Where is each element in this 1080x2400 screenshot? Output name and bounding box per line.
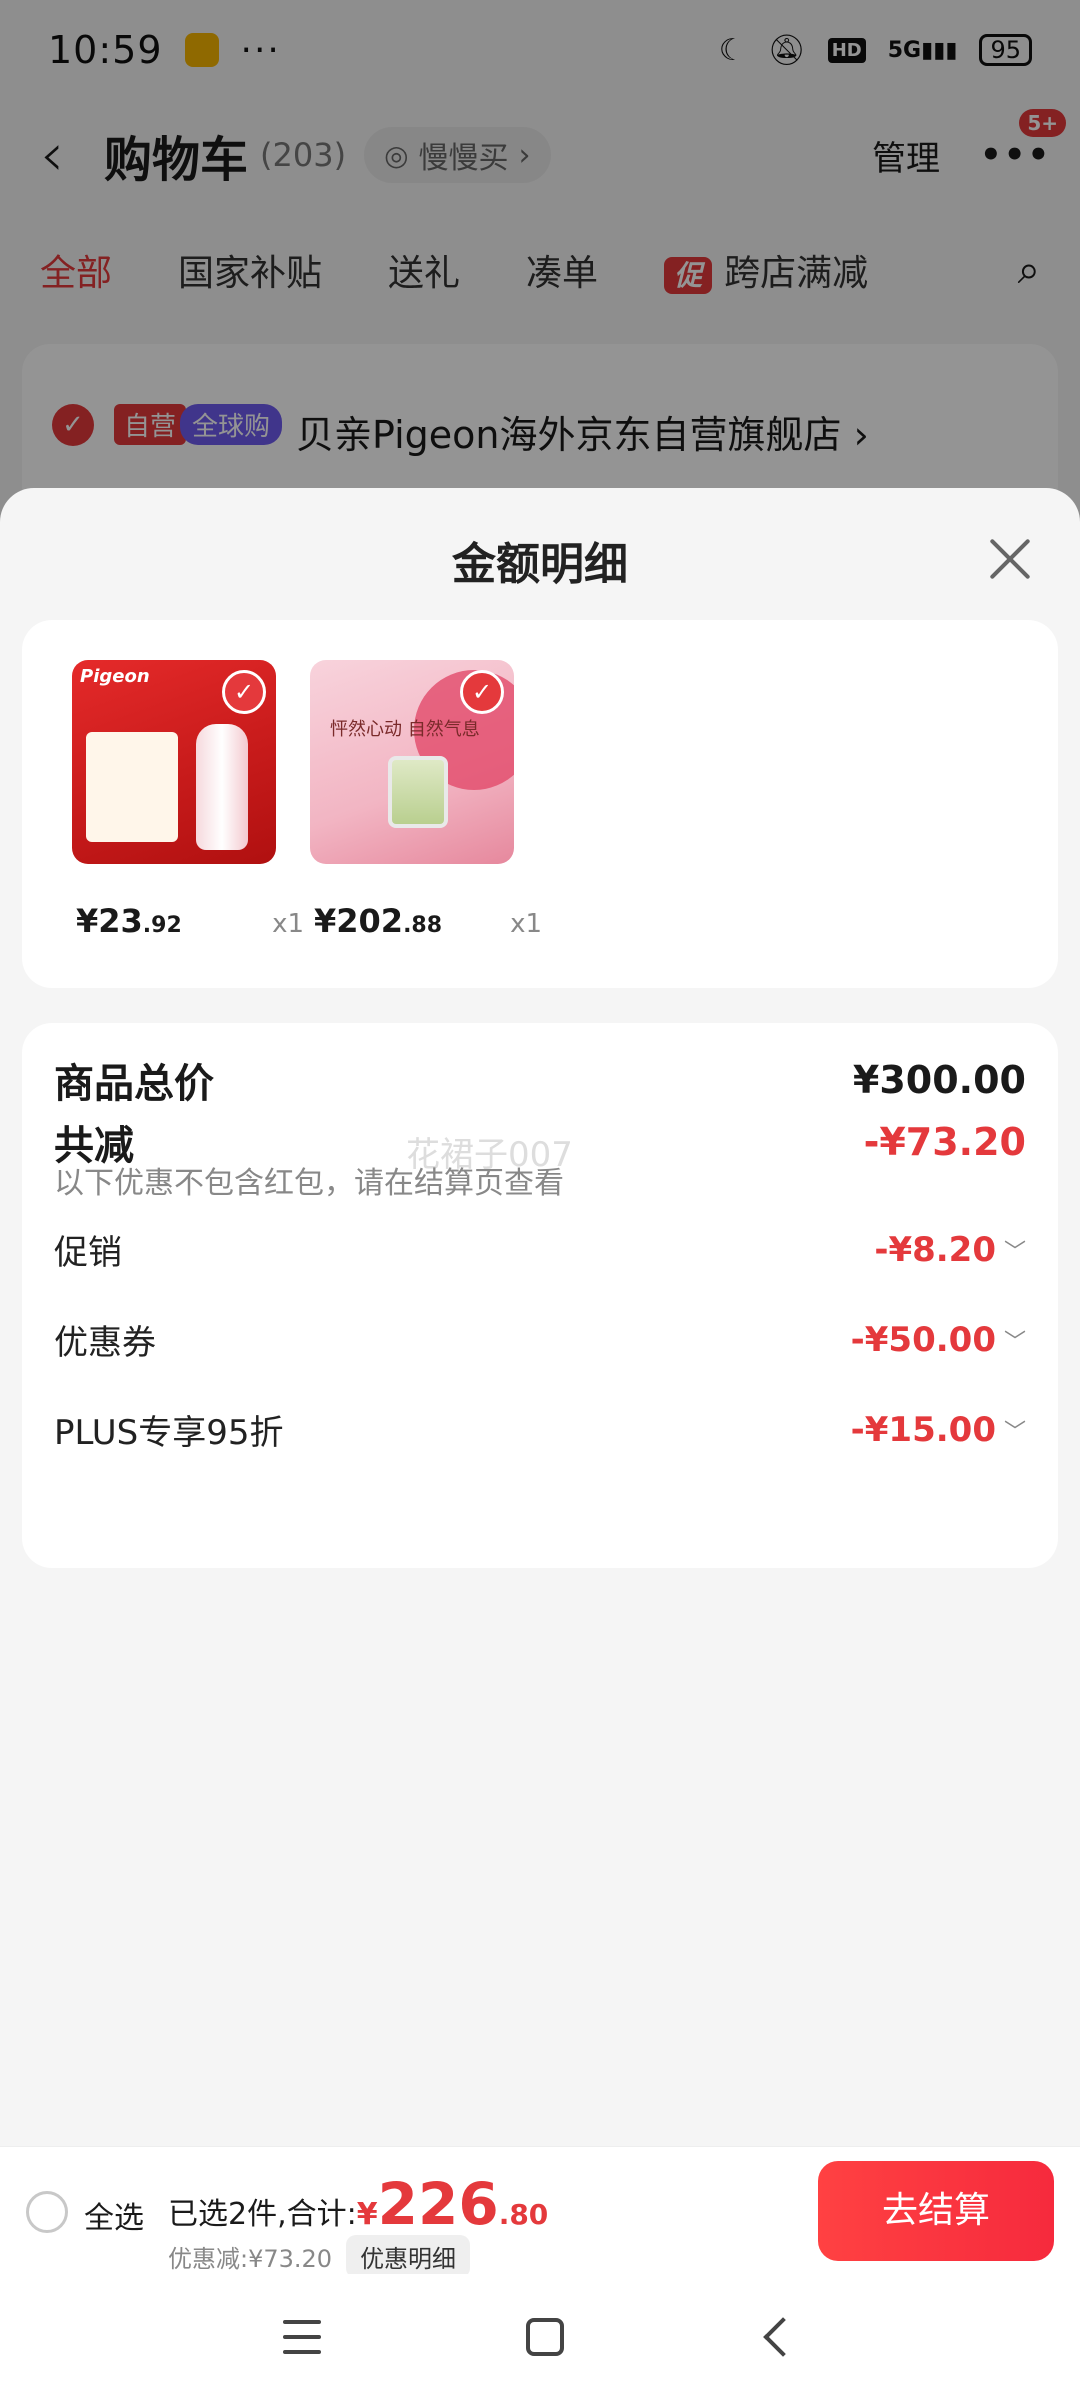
total-line: 已选2件,合计: ¥ 226 .80 — [168, 2175, 548, 2233]
promo-panel — [86, 732, 178, 842]
perfume-image — [388, 756, 448, 828]
chevron-down-icon: ﹀ — [1003, 1329, 1026, 1355]
select-all-radio[interactable] — [26, 2191, 68, 2233]
home-icon[interactable] — [525, 2318, 564, 2356]
total-int: 226 — [377, 2170, 499, 2238]
plus-label: PLUS专享95折 — [54, 1413, 284, 1453]
system-nav-bar — [0, 2274, 1080, 2400]
product-item[interactable]: 怦然心动 自然气息 ✓ ¥202 .88 x1 — [310, 660, 546, 940]
discount-line-plus[interactable]: PLUS专享95折 -¥15.00 ﹀ — [54, 1405, 1026, 1454]
coupon-value: -¥50.00 — [850, 1319, 996, 1360]
discount-line: 优惠减:¥73.20 优惠明细 — [168, 2235, 471, 2278]
check-icon: ✓ — [460, 670, 504, 714]
product-item[interactable]: Pigeon ✓ ¥23 .92 x1 — [72, 660, 308, 940]
amount-detail-sheet: 金额明细 Pigeon ✓ ¥23 .92 x1 怦然心动 自然气息 ✓ ¥20… — [0, 488, 1080, 2273]
coupon-label: 优惠券 — [54, 1323, 156, 1363]
sheet-title: 金额明细 — [452, 539, 628, 590]
product-image: Pigeon ✓ — [72, 660, 276, 864]
quantity: x1 — [272, 909, 304, 939]
check-icon: ✓ — [222, 670, 266, 714]
total-price-label: 商品总价 — [54, 1061, 214, 1107]
item-price-row: ¥202 .88 x1 — [310, 902, 546, 940]
discount-line-promotion[interactable]: 促销 -¥8.20 ﹀ — [54, 1225, 1026, 1274]
selected-count-text: 已选2件,合计: — [168, 2197, 357, 2232]
promotion-value: -¥8.20 — [874, 1229, 996, 1270]
checkout-bar: 全选 已选2件,合计: ¥ 226 .80 优惠减:¥73.20 优惠明细 去结… — [0, 2146, 1080, 2278]
chevron-down-icon: ﹀ — [1003, 1419, 1026, 1445]
price-int: ¥23 — [76, 902, 143, 940]
menu-icon[interactable] — [282, 2320, 321, 2354]
summary-card: 商品总价 ¥300.00 花裙子007 共减 -¥73.20 以下优惠不包含红包… — [22, 1023, 1058, 1568]
bottle-image — [196, 724, 248, 850]
total-price-row: 商品总价 ¥300.00 — [54, 1051, 1026, 1109]
product-image: 怦然心动 自然气息 ✓ — [310, 660, 514, 864]
promotion-label: 促销 — [54, 1233, 122, 1273]
discount-note: 以下优惠不包含红包，请在结算页查看 — [54, 1166, 564, 1201]
discount-line-coupon[interactable]: 优惠券 -¥50.00 ﹀ — [54, 1315, 1026, 1364]
total-reduce-value: -¥73.20 — [863, 1120, 1026, 1164]
total-dec: .80 — [498, 2198, 549, 2231]
price-dec: .88 — [403, 913, 443, 938]
discount-detail-button[interactable]: 优惠明细 — [346, 2235, 471, 2278]
thumb-slogan: 怦然心动 自然气息 — [330, 719, 480, 740]
total-currency: ¥ — [356, 2197, 378, 2232]
total-price-value: ¥300.00 — [852, 1058, 1026, 1102]
close-icon[interactable] — [980, 528, 1040, 588]
items-card: Pigeon ✓ ¥23 .92 x1 怦然心动 自然气息 ✓ ¥202 .88 — [22, 620, 1058, 988]
item-price-row: ¥23 .92 x1 — [72, 902, 308, 940]
quantity: x1 — [510, 909, 542, 939]
plus-value: -¥15.00 — [850, 1409, 996, 1450]
nav-back-icon[interactable] — [763, 2317, 804, 2357]
brand-logo: Pigeon — [80, 666, 150, 687]
select-all-label[interactable]: 全选 — [84, 2193, 144, 2237]
chevron-down-icon: ﹀ — [1003, 1239, 1026, 1265]
price-int: ¥202 — [314, 902, 404, 940]
checkout-button[interactable]: 去结算 — [818, 2161, 1054, 2261]
price-dec: .92 — [142, 913, 182, 938]
discount-text: 优惠减:¥73.20 — [168, 2245, 333, 2273]
